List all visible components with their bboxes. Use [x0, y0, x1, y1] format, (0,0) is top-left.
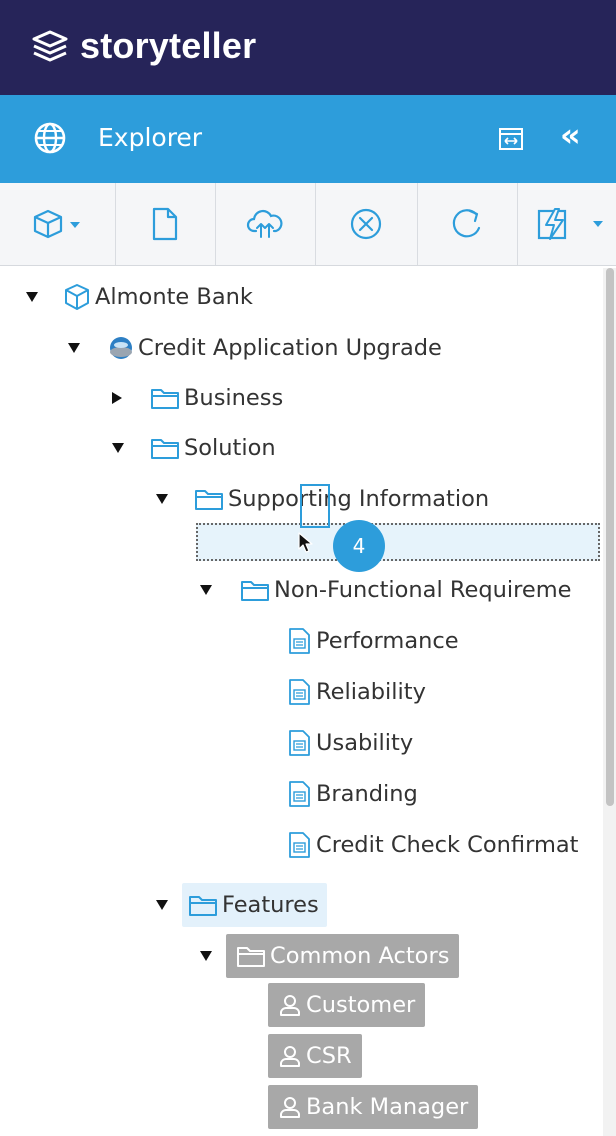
features-selected-node[interactable]: Features: [182, 883, 327, 927]
folder-icon: [236, 944, 266, 968]
explorer-title: Explorer: [98, 123, 203, 152]
folder-icon: [240, 578, 270, 602]
upload-button[interactable]: [215, 183, 316, 265]
brand-name: storyteller: [80, 25, 257, 66]
common-actors-pill[interactable]: Common Actors: [226, 934, 460, 978]
drop-target-placeholder[interactable]: [196, 523, 600, 561]
tree-item-root[interactable]: Almonte Bank: [26, 274, 253, 320]
tree-item-label: Features: [222, 892, 319, 918]
folder-icon: [150, 386, 180, 410]
tree-item-label: Solution: [184, 435, 276, 461]
cloud-upload-icon: [246, 209, 283, 238]
tree-item-label: Common Actors: [270, 943, 450, 969]
actor-pill[interactable]: CSR: [268, 1034, 362, 1078]
drag-count-badge: 4: [333, 520, 385, 572]
tree-item-features[interactable]: Features: [156, 882, 327, 928]
refresh-button[interactable]: [417, 183, 518, 265]
expand-toggle-icon[interactable]: [112, 392, 122, 404]
expand-toggle-icon[interactable]: [156, 494, 168, 504]
cube-icon: [63, 283, 91, 311]
tree-item-non-functional-requirements[interactable]: Non-Functional Requireme: [200, 567, 572, 613]
explorer-tree: Almonte Bank Credit Application Upgrade …: [0, 268, 600, 1136]
user-icon: [278, 1044, 302, 1068]
tree-item-label: Credit Check Confirmat: [316, 832, 579, 858]
folder-icon: [188, 893, 218, 917]
tree-item-business[interactable]: Business: [112, 375, 283, 421]
expand-toggle-icon[interactable]: [200, 951, 212, 961]
brand-logo[interactable]: storyteller: [30, 24, 256, 68]
delete-button[interactable]: [315, 183, 418, 265]
tree-item-actor[interactable]: Bank Manager: [268, 1084, 479, 1130]
tree-item-common-actors[interactable]: Common Actors: [200, 933, 460, 979]
refresh-icon: [452, 209, 481, 238]
cube-dropdown-button[interactable]: [0, 183, 116, 265]
tree-item-document[interactable]: Branding: [286, 771, 418, 817]
document-icon: [286, 729, 312, 757]
new-document-button[interactable]: [115, 183, 216, 265]
explorer-toolbar: [0, 183, 616, 266]
project-logo-icon: [108, 335, 134, 361]
user-icon: [278, 993, 302, 1017]
tree-item-label: Performance: [316, 628, 459, 654]
tree-item-document[interactable]: Reliability: [286, 669, 426, 715]
document-icon: [286, 780, 312, 808]
tree-item-project[interactable]: Credit Application Upgrade: [68, 325, 442, 371]
user-icon: [278, 1095, 302, 1119]
document-icon: [286, 831, 312, 859]
document-icon: [286, 678, 312, 706]
expand-toggle-icon[interactable]: [200, 585, 212, 595]
expand-toggle-icon[interactable]: [26, 292, 38, 302]
drag-ghost-document: [300, 484, 330, 528]
brand-bar: storyteller: [0, 0, 616, 95]
explorer-header: Explorer «: [0, 95, 616, 183]
tree-item-label: CSR: [306, 1043, 352, 1069]
tree-item-label: Branding: [316, 781, 418, 807]
tree-item-label: Almonte Bank: [95, 284, 253, 310]
tree-item-label: Reliability: [316, 679, 426, 705]
tree-item-label: Usability: [316, 730, 414, 756]
lightning-edit-icon: [537, 208, 603, 240]
tree-item-actor[interactable]: Customer: [268, 982, 426, 1028]
tree-item-document[interactable]: Performance: [286, 618, 459, 664]
tree-item-solution[interactable]: Solution: [112, 425, 276, 471]
expand-toggle-icon[interactable]: [156, 900, 168, 910]
tree-item-label: Supporting Information: [228, 486, 490, 512]
layers-logo-icon: [32, 30, 68, 62]
actor-pill[interactable]: Bank Manager: [268, 1085, 479, 1129]
expand-toggle-icon[interactable]: [112, 443, 124, 453]
cube-icon: [33, 209, 80, 239]
document-icon: [286, 627, 312, 655]
tree-item-label: Bank Manager: [306, 1094, 469, 1120]
tree-item-document[interactable]: Usability: [286, 720, 413, 766]
folder-icon: [150, 436, 180, 460]
close-circle-icon: [350, 208, 382, 240]
collapse-panel-button[interactable]: «: [560, 117, 581, 153]
tree-item-actor[interactable]: CSR: [268, 1033, 362, 1079]
tree-scrollbar-thumb[interactable]: [606, 268, 614, 806]
tree-item-label: Customer: [306, 992, 416, 1018]
tree-item-document[interactable]: Credit Check Confirmat: [286, 822, 578, 868]
generate-dropdown-button[interactable]: [517, 183, 616, 265]
actor-pill[interactable]: Customer: [268, 983, 426, 1027]
tree-item-label: Credit Application Upgrade: [138, 335, 442, 361]
globe-icon: [34, 122, 66, 154]
expand-panel-icon[interactable]: [498, 126, 524, 152]
tree-item-label: Non-Functional Requireme: [274, 577, 572, 603]
folder-icon: [194, 487, 224, 511]
expand-toggle-icon[interactable]: [68, 343, 80, 353]
new-document-icon: [152, 207, 178, 241]
mouse-cursor-icon: [298, 532, 313, 553]
tree-item-label: Business: [184, 385, 284, 411]
